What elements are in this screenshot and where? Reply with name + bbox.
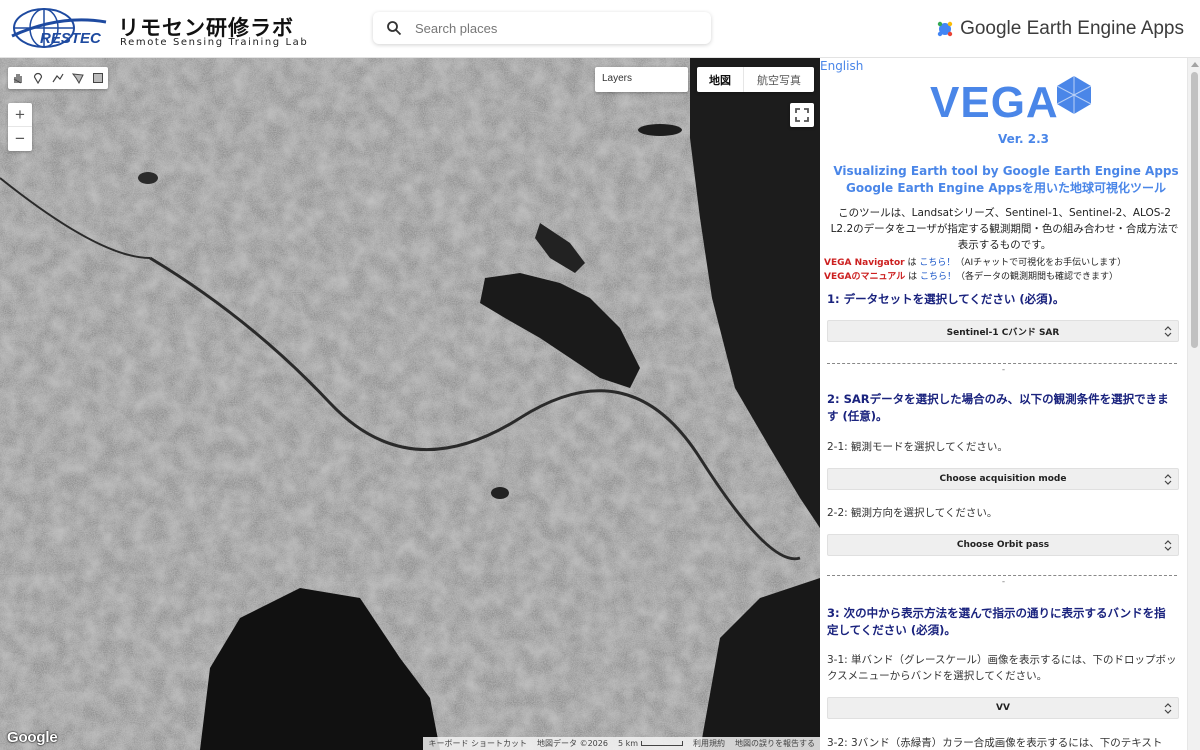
select-caret-icon xyxy=(1164,326,1172,337)
logo-restec-text: RESTEC xyxy=(40,30,101,47)
subtitle-jp: Google Earth Engine Appsを用いた地球可視化ツール xyxy=(846,181,1166,195)
tool-description: このツールは、Landsatシリーズ、Sentinel-1、Sentinel-2… xyxy=(830,207,1179,251)
single-band-value: VV xyxy=(996,703,1010,713)
manual-note: （各データの観測期間も確認できます） xyxy=(955,272,1118,282)
dataset-select[interactable]: Sentinel-1 Cバンド SAR xyxy=(827,320,1179,342)
restec-logo[interactable]: RESTEC リモセン研修ラボ Remote Sensing Training … xyxy=(10,6,307,52)
scrollbar-thumb[interactable] xyxy=(1191,72,1198,348)
fullscreen-icon xyxy=(795,108,809,122)
map-view[interactable]: + − Layers 地図 航空写真 Google キーボード ショートカット … xyxy=(0,58,820,750)
line-icon[interactable] xyxy=(48,67,68,89)
step2-dir-label: 2-2: 観測方向を選択してください。 xyxy=(827,507,998,519)
map-type-satellite-button[interactable]: 航空写真 xyxy=(744,67,814,92)
search-input[interactable] xyxy=(415,16,695,40)
earth-engine-icon xyxy=(937,21,953,37)
keyboard-shortcuts-link[interactable]: キーボード ショートカット xyxy=(423,738,532,749)
version-label: Ver. 2.3 xyxy=(998,132,1049,146)
search-box[interactable] xyxy=(373,12,711,44)
subtitle: Visualizing Earth tool by Google Earth E… xyxy=(820,163,1187,197)
manual-link[interactable]: こちら！ xyxy=(920,272,956,282)
navigator-is: は xyxy=(904,258,920,268)
fullscreen-button[interactable] xyxy=(790,103,814,127)
app-header: RESTEC リモセン研修ラボ Remote Sensing Training … xyxy=(0,0,1200,58)
scale-bar xyxy=(641,741,683,746)
google-logo[interactable]: Google xyxy=(7,729,58,746)
english-link[interactable]: English xyxy=(820,59,863,73)
manual-name: VEGAのマニュアル xyxy=(824,272,906,282)
zoom-control: + − xyxy=(8,103,32,151)
layers-button[interactable]: Layers xyxy=(595,67,688,92)
drawing-toolbar xyxy=(8,67,108,89)
marker-icon[interactable] xyxy=(28,67,48,89)
orbit-pass-select[interactable]: Choose Orbit pass xyxy=(827,534,1179,556)
panel-scrollbar[interactable] xyxy=(1187,58,1200,750)
report-error-link[interactable]: 地図の誤りを報告する xyxy=(730,738,820,749)
select-caret-icon xyxy=(1164,540,1172,551)
step3-title: 3: 次の中から表示方法を選んで指示の通りに表示するバンドを指定してください (… xyxy=(827,606,1166,637)
terms-link[interactable]: 利用規約 xyxy=(688,738,730,749)
navigator-name: VEGA Navigator xyxy=(824,258,905,268)
zoom-in-button[interactable]: + xyxy=(8,103,32,127)
gee-apps-label: Google Earth Engine Apps xyxy=(960,18,1184,39)
scroll-up-icon[interactable] xyxy=(1191,62,1199,67)
sar-image-layer xyxy=(0,58,820,750)
section-separator: - xyxy=(1001,577,1006,587)
acquisition-mode-value: Choose acquisition mode xyxy=(939,474,1067,484)
map-type-control: 地図 航空写真 xyxy=(697,67,814,92)
map-data-label: 地図データ ©2026 xyxy=(537,739,608,748)
control-panel: English VEGA Ver. 2.3 Visualizing Earth … xyxy=(820,58,1187,750)
navigator-line: VEGA Navigator は こちら！（AIチャットで可視化をお手伝いします… xyxy=(824,255,1126,268)
map-attribution-bar: キーボード ショートカット 地図データ ©2026 5 km 利用規約 地図の誤… xyxy=(423,737,820,750)
step2-title: 2: SARデータを選択した場合のみ、以下の観測条件を選択できます (任意)。 xyxy=(827,392,1169,423)
step3-rgb-label: 3-2: 3バンド（赤緑青）カラー合成画像を表示するには、下のテキスト xyxy=(827,737,1163,749)
manual-is: は xyxy=(905,272,920,282)
step1-title: 1: データセットを選択してください (必須)。 xyxy=(827,292,1065,306)
map-type-map-button[interactable]: 地図 xyxy=(697,67,744,92)
section-separator: - xyxy=(1001,365,1006,375)
navigator-note: （AIチャットで可視化をお手伝いします） xyxy=(955,258,1127,268)
acquisition-mode-select[interactable]: Choose acquisition mode xyxy=(827,468,1179,490)
scale-label: 5 km xyxy=(617,739,638,748)
polygon-icon[interactable] xyxy=(68,67,88,89)
hand-icon[interactable] xyxy=(8,67,28,89)
manual-line: VEGAのマニュアル は こちら！（各データの観測期間も確認できます） xyxy=(824,269,1118,282)
dataset-select-value: Sentinel-1 Cバンド SAR xyxy=(946,327,1060,338)
step2-mode-label: 2-1: 観測モードを選択してください。 xyxy=(827,441,1008,453)
logo-title-en: Remote Sensing Training Lab xyxy=(120,37,309,48)
navigator-link[interactable]: こちら！ xyxy=(919,258,955,268)
select-caret-icon xyxy=(1164,474,1172,485)
select-caret-icon xyxy=(1164,703,1172,714)
rectangle-icon[interactable] xyxy=(88,67,108,89)
vega-logo-icon xyxy=(1056,76,1092,114)
map-scale[interactable]: 5 km xyxy=(613,739,688,748)
step3-single-label: 3-1: 単バンド（グレースケール）画像を表示するには、下のドロップボックスメニ… xyxy=(827,654,1177,682)
vega-title: VEGA xyxy=(930,78,1059,127)
section-divider xyxy=(827,575,1177,576)
single-band-select[interactable]: VV xyxy=(827,697,1179,719)
zoom-out-button[interactable]: − xyxy=(8,127,32,151)
subtitle-en: Visualizing Earth tool by Google Earth E… xyxy=(833,164,1179,178)
gee-apps-brand: Google Earth Engine Apps xyxy=(936,15,1184,43)
search-icon xyxy=(387,21,402,36)
orbit-pass-value: Choose Orbit pass xyxy=(956,540,1050,550)
section-divider xyxy=(827,363,1177,364)
